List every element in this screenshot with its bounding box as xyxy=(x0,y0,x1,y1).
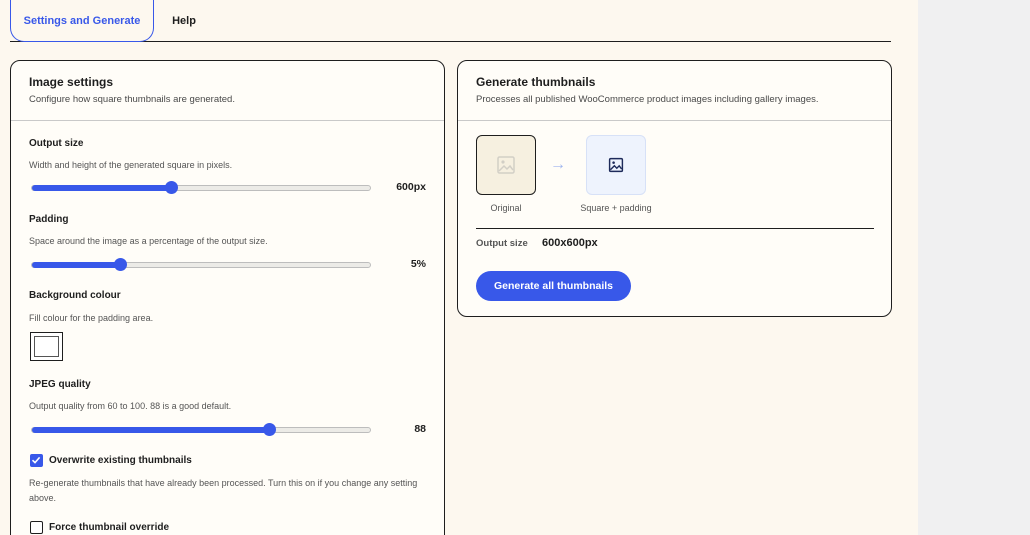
background-colour-label: Background colour xyxy=(29,290,121,301)
overwrite-checkbox[interactable] xyxy=(30,454,43,467)
jpeg-quality-value: 88 xyxy=(414,423,426,435)
overwrite-help: Re-generate thumbnails that have already… xyxy=(29,478,418,503)
background-colour-swatch[interactable] xyxy=(30,332,63,361)
card-subtitle: Configure how square thumbnails are gene… xyxy=(29,94,235,105)
background-colour-help: Fill colour for the padding area. xyxy=(29,313,154,323)
tab-label: Settings and Generate xyxy=(23,14,141,27)
padding-value: 5% xyxy=(410,258,426,270)
padding-label: Padding xyxy=(29,214,69,225)
checkmark-icon xyxy=(31,456,41,464)
slider-fill xyxy=(32,427,269,433)
padding-slider[interactable] xyxy=(31,258,371,271)
divider xyxy=(476,228,874,229)
padding-help: Space around the image as a percentage o… xyxy=(29,236,268,246)
card-header: Generate thumbnails Processes all publis… xyxy=(458,61,891,121)
tab-label: Help xyxy=(172,15,196,27)
jpeg-quality-help: Output quality from 60 to 100. 88 is a g… xyxy=(29,401,232,411)
preview-original-caption: Original xyxy=(490,203,522,213)
output-size-value: 600x600px xyxy=(542,237,598,249)
card-title: Image settings xyxy=(29,75,114,89)
overwrite-label[interactable]: Overwrite existing thumbnails xyxy=(49,455,192,466)
preview-square xyxy=(586,135,646,195)
output-size-label: Output size xyxy=(476,238,528,249)
plugin-page: Settings and Generate Help Image setting… xyxy=(0,0,918,535)
output-size-value: 600px xyxy=(396,181,426,193)
swatch-color xyxy=(34,336,59,357)
tab-help[interactable]: Help xyxy=(162,0,206,42)
side-panel xyxy=(918,0,1030,535)
force-override-checkbox[interactable] xyxy=(30,521,43,534)
slider-thumb[interactable] xyxy=(164,181,178,194)
image-icon xyxy=(497,156,515,174)
output-size-slider[interactable] xyxy=(31,181,371,194)
arrow-right-icon: → xyxy=(550,156,566,173)
tab-bar: Settings and Generate Help xyxy=(10,0,891,42)
card-title: Generate thumbnails xyxy=(476,75,596,89)
generate-thumbnails-card: Generate thumbnails Processes all publis… xyxy=(457,60,892,317)
slider-fill xyxy=(32,185,171,191)
preview-square-caption: Square + padding xyxy=(580,203,652,213)
force-override-label[interactable]: Force thumbnail override xyxy=(49,522,169,533)
output-size-help: Width and height of the generated square… xyxy=(29,160,233,170)
card-header: Image settings Configure how square thum… xyxy=(11,61,444,121)
preview-original xyxy=(476,135,536,195)
jpeg-quality-slider[interactable] xyxy=(31,423,371,436)
slider-fill xyxy=(32,262,120,268)
image-settings-card: Image settings Configure how square thum… xyxy=(10,60,445,535)
slider-thumb[interactable] xyxy=(113,258,127,271)
tab-settings-and-generate[interactable]: Settings and Generate xyxy=(10,0,154,42)
jpeg-quality-label: JPEG quality xyxy=(29,379,91,390)
card-subtitle: Processes all published WooCommerce prod… xyxy=(476,94,819,105)
output-size-label: Output size xyxy=(29,138,84,149)
slider-thumb[interactable] xyxy=(262,423,276,436)
image-icon xyxy=(608,157,624,173)
generate-all-button[interactable]: Generate all thumbnails xyxy=(476,271,631,301)
